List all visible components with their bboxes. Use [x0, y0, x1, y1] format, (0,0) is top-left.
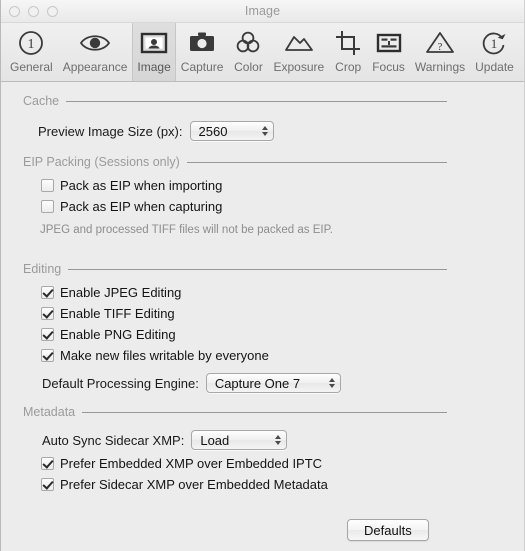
camera-icon	[187, 27, 217, 59]
warning-triangle-icon: ?	[425, 27, 455, 59]
grid-box-icon	[374, 27, 404, 59]
section-rule-eip	[186, 161, 447, 163]
tab-image[interactable]: Image	[132, 23, 176, 81]
close-button[interactable]	[9, 5, 20, 17]
prefer-sidecar-xmp-row[interactable]: Prefer Sidecar XMP over Embedded Metadat…	[41, 477, 328, 492]
pack-eip-importing-row[interactable]: Pack as EIP when importing	[41, 178, 222, 193]
select-arrows-icon[interactable]	[328, 378, 335, 388]
default-processing-engine-value: Capture One 7	[214, 375, 301, 391]
svg-text:1: 1	[28, 37, 35, 52]
section-rule-metadata	[82, 411, 447, 413]
pack-eip-importing-label: Pack as EIP when importing	[60, 178, 223, 193]
preview-image-size-value: 2560	[198, 123, 228, 139]
auto-sync-sidecar-xmp-value: Load	[200, 432, 230, 448]
default-processing-engine-row: Default Processing Engine: Capture One 7	[42, 373, 341, 393]
preferences-toolbar: 1 General Appearance Image Capture Color…	[1, 23, 524, 82]
three-circles-icon	[233, 27, 263, 59]
make-files-writable-checkbox[interactable]	[41, 349, 54, 362]
enable-tiff-editing-checkbox[interactable]	[41, 307, 54, 320]
curve-icon	[283, 27, 315, 59]
tab-label-exposure: Exposure	[273, 60, 325, 74]
tab-color[interactable]: Color	[228, 23, 268, 81]
tab-focus[interactable]: Focus	[367, 23, 410, 81]
eip-note-row: JPEG and processed TIFF files will not b…	[40, 224, 333, 236]
section-rule-editing	[68, 268, 447, 270]
portrait-frame-icon	[139, 27, 169, 59]
numbered-circle-one-icon: 1	[17, 27, 45, 59]
stepper-arrows-icon[interactable]	[261, 126, 268, 136]
pack-eip-importing-checkbox[interactable]	[41, 179, 54, 192]
svg-text:1: 1	[491, 36, 498, 51]
window-title: Image	[244, 4, 281, 18]
prefer-embedded-xmp-label: Prefer Embedded XMP over Embedded IPTC	[60, 456, 323, 471]
tab-label-crop: Crop	[335, 60, 362, 74]
prefer-sidecar-xmp-checkbox[interactable]	[41, 478, 54, 491]
preview-image-size-row: Preview Image Size (px): 2560	[38, 121, 274, 141]
window-titlebar: Image	[1, 0, 524, 23]
minimize-button[interactable]	[28, 5, 39, 17]
defaults-button-label: Defaults	[364, 522, 412, 538]
section-label-editing: Editing	[23, 262, 62, 276]
enable-png-editing-label: Enable PNG Editing	[60, 327, 176, 342]
zoom-button[interactable]	[47, 5, 58, 17]
eye-icon	[79, 27, 111, 59]
default-processing-engine-select[interactable]: Capture One 7	[205, 373, 341, 393]
prefer-embedded-xmp-checkbox[interactable]	[41, 457, 54, 470]
window-controls	[9, 0, 58, 22]
tab-appearance[interactable]: Appearance	[58, 23, 133, 81]
section-header-metadata: Metadata	[23, 405, 447, 419]
auto-sync-sidecar-xmp-label: Auto Sync Sidecar XMP:	[42, 432, 185, 448]
tab-general[interactable]: 1 General	[5, 23, 58, 81]
section-label-eip: EIP Packing (Sessions only)	[23, 155, 180, 169]
section-rule-cache	[66, 100, 447, 102]
tab-label-general: General	[10, 60, 53, 74]
pack-eip-capturing-label: Pack as EIP when capturing	[60, 199, 223, 214]
tab-label-image: Image	[137, 60, 171, 74]
enable-png-editing-checkbox[interactable]	[41, 328, 54, 341]
refresh-one-icon: 1	[480, 27, 508, 59]
prefer-embedded-xmp-row[interactable]: Prefer Embedded XMP over Embedded IPTC	[41, 456, 322, 471]
pack-eip-capturing-row[interactable]: Pack as EIP when capturing	[41, 199, 222, 214]
preferences-window: Image 1 General Appearance Image Capture…	[0, 0, 525, 551]
enable-tiff-editing-row[interactable]: Enable TIFF Editing	[41, 306, 175, 321]
enable-png-editing-row[interactable]: Enable PNG Editing	[41, 327, 176, 342]
tab-label-focus: Focus	[372, 60, 405, 74]
section-label-metadata: Metadata	[23, 405, 76, 419]
section-header-cache: Cache	[23, 94, 447, 108]
eip-note-text: JPEG and processed TIFF files will not b…	[40, 224, 333, 236]
section-header-eip: EIP Packing (Sessions only)	[23, 155, 447, 169]
pack-eip-capturing-checkbox[interactable]	[41, 200, 54, 213]
prefer-sidecar-xmp-label: Prefer Sidecar XMP over Embedded Metadat…	[60, 477, 328, 492]
preferences-content: Cache Preview Image Size (px): 2560 EIP …	[1, 82, 524, 551]
tab-crop[interactable]: Crop	[329, 23, 367, 81]
default-processing-engine-label: Default Processing Engine:	[42, 375, 199, 391]
tab-label-capture: Capture	[180, 60, 224, 74]
enable-jpeg-editing-row[interactable]: Enable JPEG Editing	[41, 285, 181, 300]
make-files-writable-row[interactable]: Make new files writable by everyone	[41, 348, 269, 363]
preview-image-size-label: Preview Image Size (px):	[38, 123, 183, 139]
defaults-button[interactable]: Defaults	[347, 519, 429, 541]
tab-exposure[interactable]: Exposure	[268, 23, 329, 81]
tab-capture[interactable]: Capture	[176, 23, 229, 81]
preview-image-size-stepper[interactable]: 2560	[189, 121, 274, 141]
tab-label-color: Color	[234, 60, 263, 74]
autosync-arrows-icon[interactable]	[275, 435, 282, 445]
crop-marks-icon	[334, 27, 362, 59]
tab-label-warnings: Warnings	[414, 60, 466, 74]
section-label-cache: Cache	[23, 94, 60, 108]
svg-text:?: ?	[438, 41, 443, 53]
tab-update[interactable]: 1 Update	[470, 23, 519, 81]
auto-sync-sidecar-xmp-row: Auto Sync Sidecar XMP: Load	[42, 430, 288, 450]
tab-label-update: Update	[475, 60, 514, 74]
tab-warnings[interactable]: ? Warnings	[410, 23, 470, 81]
enable-tiff-editing-label: Enable TIFF Editing	[60, 306, 175, 321]
tab-label-appearance: Appearance	[62, 60, 128, 74]
enable-jpeg-editing-checkbox[interactable]	[41, 286, 54, 299]
enable-jpeg-editing-label: Enable JPEG Editing	[60, 285, 182, 300]
section-header-editing: Editing	[23, 262, 447, 276]
auto-sync-sidecar-xmp-select[interactable]: Load	[191, 430, 288, 450]
make-files-writable-label: Make new files writable by everyone	[60, 348, 269, 363]
